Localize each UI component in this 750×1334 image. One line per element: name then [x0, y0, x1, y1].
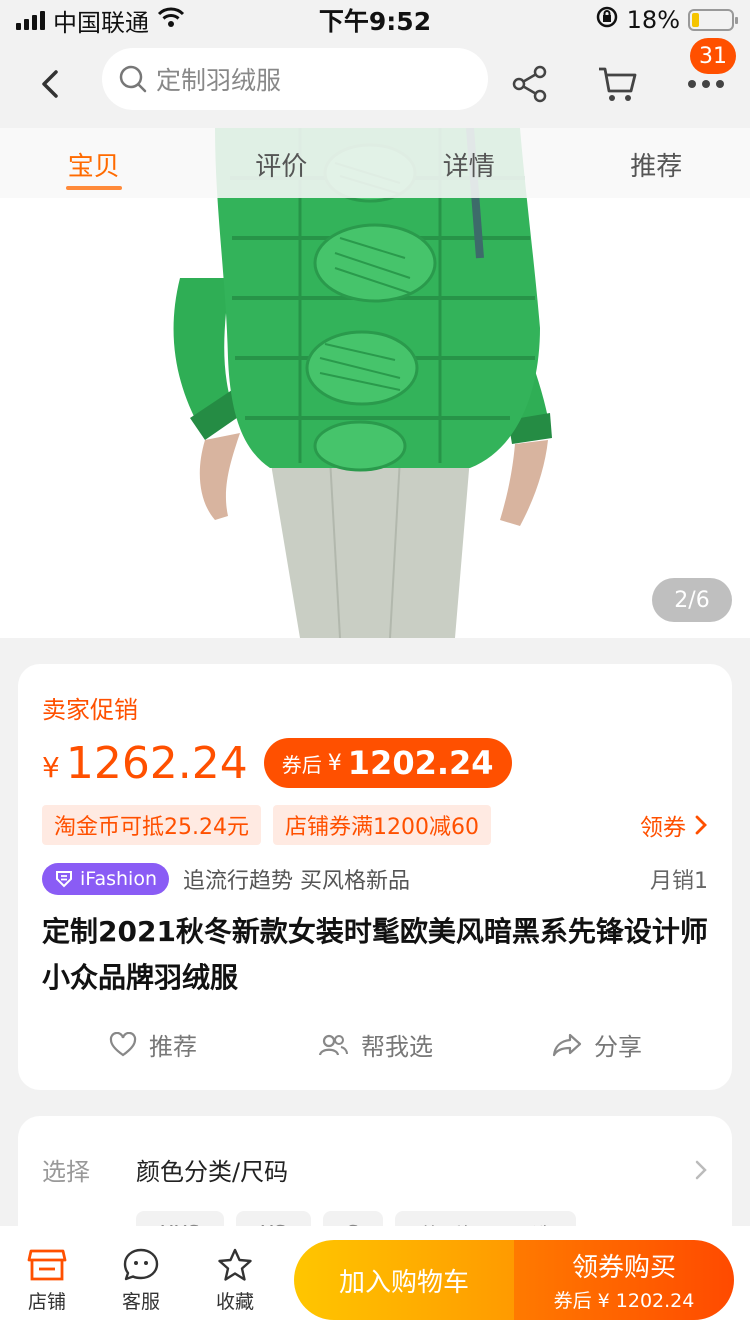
share-button[interactable]: [486, 40, 574, 128]
after-coupon-currency: ¥: [327, 750, 342, 776]
more-button[interactable]: 31: [662, 38, 750, 128]
claim-coupon-button[interactable]: 领券: [640, 808, 708, 842]
after-coupon-price-badge: 券后 ¥ 1202.24: [263, 738, 512, 788]
customer-service-label: 客服: [121, 1290, 160, 1313]
product-photo: [0, 128, 750, 638]
claim-coupon-label: 领券: [640, 815, 686, 841]
product-info-card: 卖家促销 ¥ 1262.24 券后 ¥ 1202.24 淘金币可抵25.24元 …: [18, 664, 732, 1090]
chevron-left-icon: [42, 70, 58, 98]
chat-face-icon: [123, 1248, 159, 1280]
signal-icon: [16, 10, 45, 30]
help-me-choose-label: 帮我选: [361, 1033, 433, 1061]
coin-discount-chip[interactable]: 淘金币可抵25.24元: [42, 805, 261, 845]
select-label: 选择: [42, 1158, 90, 1186]
help-me-choose-button[interactable]: 帮我选: [264, 1027, 486, 1062]
customer-service-button[interactable]: 客服: [94, 1247, 188, 1314]
product-image-gallery[interactable]: 2/6: [0, 128, 750, 638]
add-to-cart-button[interactable]: 加入购物车: [294, 1240, 514, 1320]
status-time: 下午9:52: [318, 7, 432, 36]
gallery-page-indicator: 2/6: [652, 578, 732, 622]
promo-label: 卖家促销: [42, 696, 138, 724]
notification-badge: 31: [690, 38, 736, 74]
ifashion-tag[interactable]: iFashion: [42, 863, 169, 895]
shop-label: 店铺: [27, 1290, 66, 1313]
bottom-action-bar: 店铺 客服 收藏 加入购物车 领券购买 券后 ¥ 1202.24: [0, 1226, 750, 1334]
people-icon: [318, 1034, 348, 1055]
status-bar: 中国联通 下午9:52 18%: [0, 0, 750, 40]
wifi-icon: [157, 6, 185, 34]
shop-button[interactable]: 店铺: [0, 1247, 94, 1314]
search-query: 定制羽绒服: [156, 66, 282, 95]
recommend-label: 推荐: [149, 1033, 197, 1061]
ifashion-logo-icon: [56, 871, 72, 888]
heart-icon: [109, 1031, 137, 1056]
product-title: 定制2021秋冬新款女装时髦欧美风暗黑系先锋设计师小众品牌羽绒服: [42, 915, 708, 994]
buy-button-title: 领券购买: [571, 1253, 676, 1283]
favorite-button[interactable]: 收藏: [188, 1247, 282, 1314]
search-bar[interactable]: 定制羽绒服: [102, 48, 488, 110]
chevron-right-icon: [695, 1160, 707, 1179]
battery-icon: [688, 9, 738, 31]
claim-and-buy-button[interactable]: 领券购买 券后 ¥ 1202.24: [514, 1240, 734, 1320]
tab-reviews[interactable]: 评价: [188, 128, 376, 198]
tab-item[interactable]: 宝贝: [0, 128, 188, 198]
search-icon: [119, 65, 147, 93]
tab-details[interactable]: 详情: [375, 128, 563, 198]
after-coupon-value: 1202.24: [347, 744, 494, 782]
cart-button[interactable]: [574, 40, 662, 128]
ifashion-label: iFashion: [80, 868, 157, 890]
more-dots-icon: [688, 80, 724, 88]
select-value: 颜色分类/尺码: [136, 1158, 289, 1186]
product-price: 1262.24: [65, 737, 248, 789]
battery-percent: 18%: [626, 6, 680, 34]
tab-recommend[interactable]: 推荐: [563, 128, 750, 198]
share-icon: [512, 65, 547, 103]
share-label: 分享: [594, 1033, 642, 1061]
rotation-lock-icon: [595, 5, 619, 35]
store-coupon-chip[interactable]: 店铺券满1200减60: [272, 805, 491, 845]
cart-icon: [599, 67, 637, 101]
currency-symbol: ¥: [42, 750, 60, 784]
buy-button-subtitle: 券后 ¥ 1202.24: [553, 1290, 695, 1312]
share-product-button[interactable]: 分享: [486, 1027, 708, 1062]
shop-icon: [27, 1249, 67, 1280]
carrier-label: 中国联通: [53, 8, 149, 37]
brand-slogan: 追流行趋势 买风格新品: [183, 869, 410, 894]
monthly-sales: 月销1: [650, 869, 708, 894]
detail-tabs: 宝贝 评价 详情 推荐: [0, 128, 750, 198]
after-coupon-label: 券后: [281, 752, 322, 777]
share-arrow-icon: [552, 1033, 582, 1056]
recommend-button[interactable]: 推荐: [42, 1027, 264, 1062]
back-button[interactable]: [0, 40, 100, 128]
top-nav-bar: 定制羽绒服 31: [0, 38, 750, 128]
star-icon: [218, 1248, 252, 1281]
favorite-label: 收藏: [215, 1290, 254, 1313]
chevron-right-icon: [695, 815, 707, 835]
